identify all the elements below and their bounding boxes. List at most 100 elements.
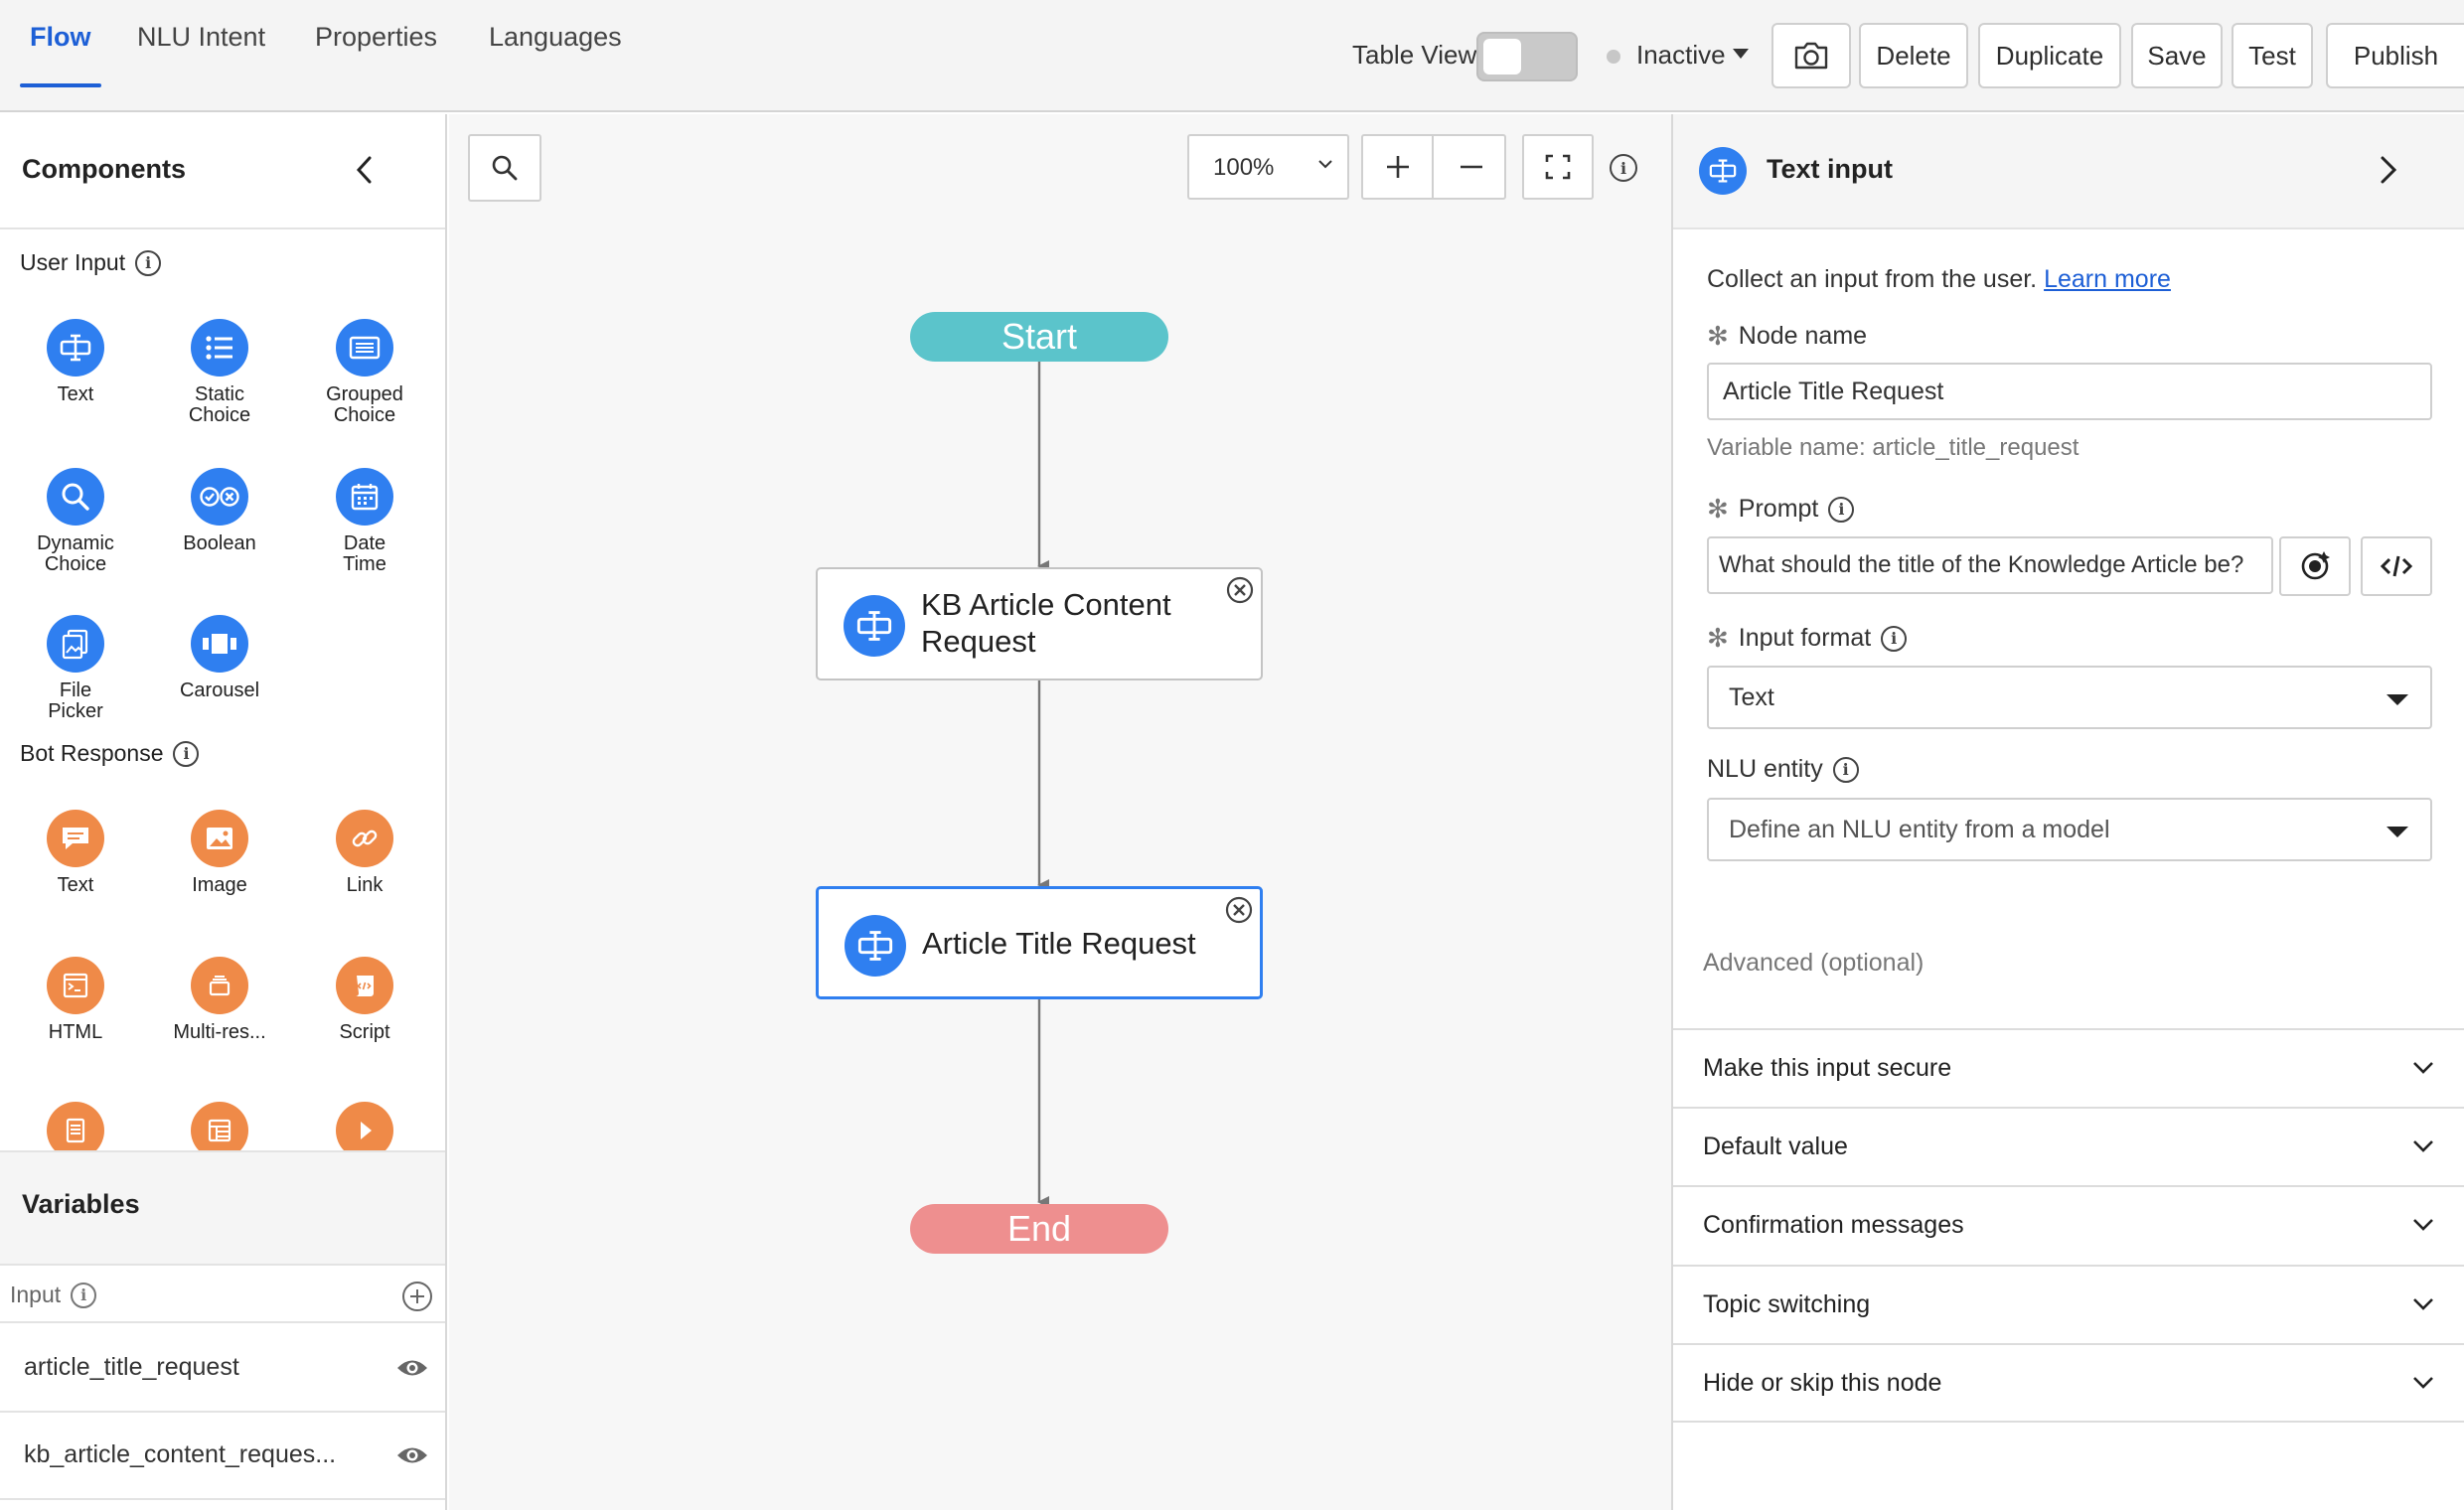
publish-button[interactable]: Publish (2326, 23, 2464, 88)
component-dynamic-choice[interactable]: Dynamic Choice (6, 468, 145, 575)
node-title: Article Title Request (922, 926, 1196, 961)
component-static-choice[interactable]: Static Choice (150, 319, 289, 426)
script-mode-button[interactable] (2361, 536, 2432, 596)
node-title-line: KB Article Content (921, 587, 1171, 622)
node-description: Collect an input from the user. Learn mo… (1707, 265, 2171, 294)
flow-canvas[interactable]: 100% i Start KB Article Content Request … (449, 114, 1671, 1510)
component-carousel[interactable]: Carousel (150, 615, 289, 701)
accordion-default-value[interactable]: Default value (1673, 1107, 2464, 1186)
add-variable-icon[interactable] (401, 1281, 433, 1312)
info-icon[interactable]: i (1881, 625, 1908, 652)
document-icon (47, 1102, 104, 1150)
input-format-select[interactable]: Text (1707, 666, 2432, 729)
learn-more-link[interactable]: Learn more (2044, 265, 2171, 293)
component-grouped-choice[interactable]: Grouped Choice (295, 319, 434, 426)
accordion-label: Confirmation messages (1703, 1211, 1964, 1239)
input-label-text: Input (10, 1282, 62, 1307)
zoom-controls (1361, 134, 1506, 200)
node-name-field[interactable]: Article Title Request (1707, 363, 2432, 420)
duplicate-button[interactable]: Duplicate (1978, 23, 2121, 88)
zoom-out-button[interactable] (1436, 136, 1506, 198)
script-icon (336, 957, 393, 1014)
accordion-topic-switching[interactable]: Topic switching (1673, 1265, 2464, 1344)
file-picker-icon (47, 615, 104, 673)
component-file-picker[interactable]: File Picker (6, 615, 145, 722)
save-button[interactable]: Save (2131, 23, 2223, 88)
delete-button[interactable]: Delete (1859, 23, 1968, 88)
component-label: Multi-res... (173, 1021, 266, 1043)
chevron-left-icon[interactable] (350, 150, 380, 190)
remove-node-icon[interactable] (1225, 575, 1255, 605)
info-icon[interactable]: i (71, 1282, 97, 1308)
variable-item[interactable]: kb_article_content_reques... (0, 1413, 445, 1500)
remove-node-icon[interactable] (1224, 895, 1254, 925)
component-label: File Picker (48, 680, 103, 722)
tab-languages[interactable]: Languages (489, 22, 622, 87)
text-input-icon (845, 915, 906, 977)
component-text-input[interactable]: Text (6, 319, 145, 405)
fit-to-screen-button[interactable] (1522, 134, 1594, 200)
caret-down-icon[interactable] (1733, 49, 1749, 59)
carousel-icon (191, 615, 248, 673)
canvas-search-button[interactable] (468, 134, 541, 202)
component-label: Script (339, 1021, 390, 1043)
accordion-label: Hide or skip this node (1703, 1369, 1942, 1397)
chevron-down-icon (2413, 1062, 2433, 1074)
chat-bubble-icon (47, 810, 104, 867)
component-bot-multi-response[interactable]: Multi-res... (150, 957, 289, 1043)
component-bot-video[interactable] (295, 1102, 434, 1150)
tab-flow[interactable]: Flow (20, 22, 100, 87)
test-button[interactable]: Test (2232, 23, 2313, 88)
chevron-right-icon[interactable] (2377, 152, 2400, 188)
flow-node-kb-article-content-request[interactable]: KB Article Content Request (816, 567, 1263, 680)
variables-title: Variables (22, 1189, 140, 1219)
nlu-entity-select[interactable]: Define an NLU entity from a model (1707, 798, 2432, 861)
image-icon (191, 810, 248, 867)
html-icon (47, 957, 104, 1014)
component-boolean[interactable]: Boolean (150, 468, 289, 554)
status-dropdown[interactable]: Inactive (1636, 40, 1726, 71)
prompt-field[interactable]: What should the title of the Knowledge A… (1707, 536, 2273, 594)
input-variables-label: Input i (10, 1282, 97, 1308)
component-label: Link (346, 874, 384, 896)
eye-icon[interactable] (395, 1355, 429, 1381)
info-icon[interactable]: i (135, 249, 162, 276)
info-icon[interactable]: i (1832, 756, 1859, 783)
text-input-icon (844, 595, 905, 657)
properties-title: Text input (1767, 154, 1893, 184)
ai-generate-button[interactable] (2279, 536, 2351, 596)
component-bot-text[interactable]: Text (6, 810, 145, 896)
component-bot-table[interactable] (150, 1102, 289, 1150)
eye-icon[interactable] (395, 1442, 429, 1468)
chevron-down-icon (1318, 160, 1332, 169)
component-label: Static Choice (188, 383, 251, 426)
component-bot-link[interactable]: Link (295, 810, 434, 896)
variable-item[interactable]: article_title_request (0, 1325, 445, 1413)
tab-properties[interactable]: Properties (315, 22, 437, 87)
component-bot-script[interactable]: Script (295, 957, 434, 1043)
tab-nlu-intent[interactable]: NLU Intent (137, 22, 265, 87)
info-icon[interactable]: i (173, 740, 200, 767)
zoom-select[interactable]: 100% (1187, 134, 1349, 200)
component-bot-card[interactable] (6, 1102, 145, 1150)
search-icon (492, 155, 518, 181)
properties-panel: Text input Collect an input from the use… (1671, 114, 2464, 1510)
toggle-knob (1483, 39, 1521, 75)
accordion-confirmation-messages[interactable]: Confirmation messages (1673, 1185, 2464, 1265)
component-bot-html[interactable]: HTML (6, 957, 145, 1043)
end-node[interactable]: End (910, 1204, 1168, 1254)
status-dot (1607, 50, 1620, 64)
info-icon[interactable]: i (1610, 154, 1637, 182)
flow-node-article-title-request[interactable]: Article Title Request (816, 886, 1263, 999)
component-date-time[interactable]: Date Time (295, 468, 434, 575)
component-bot-image[interactable]: Image (150, 810, 289, 896)
variable-name-hint: Variable name: article_title_request (1707, 434, 2079, 461)
table-view-toggle[interactable] (1476, 32, 1578, 81)
screenshot-button[interactable] (1771, 23, 1851, 88)
start-node[interactable]: Start (910, 312, 1168, 362)
info-icon[interactable]: i (1828, 496, 1855, 523)
accordion-hide-or-skip-node[interactable]: Hide or skip this node (1673, 1343, 2464, 1423)
nlu-entity-label-text: NLU entity (1707, 755, 1823, 783)
zoom-in-button[interactable] (1363, 136, 1434, 198)
accordion-make-input-secure[interactable]: Make this input secure (1673, 1028, 2464, 1108)
